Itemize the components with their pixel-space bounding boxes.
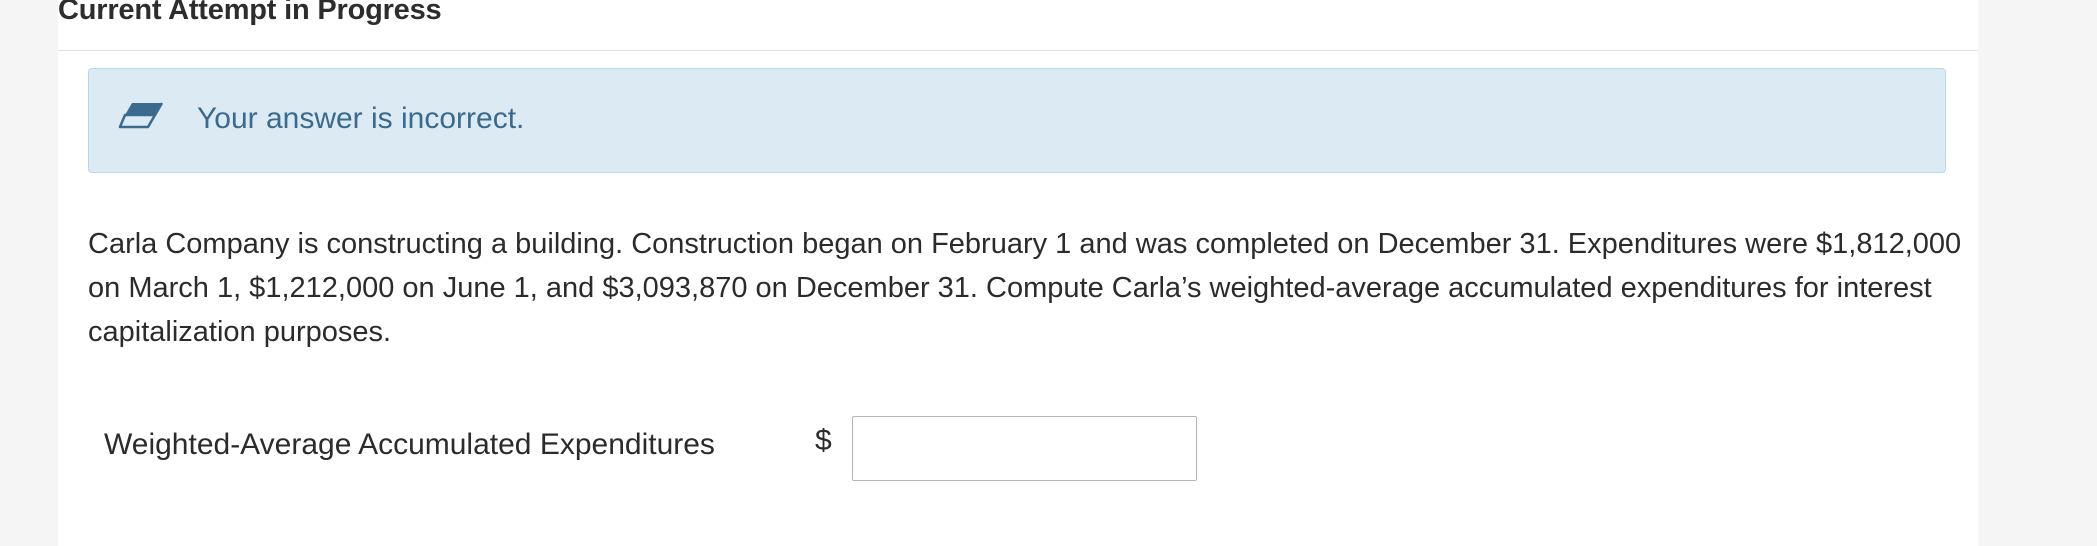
answer-label: Weighted-Average Accumulated Expenditure… <box>104 428 715 461</box>
answer-input[interactable] <box>852 416 1197 481</box>
title-divider <box>58 50 1978 51</box>
feedback-message: Your answer is incorrect. <box>197 102 525 135</box>
question-panel: Current Attempt in Progress Your answer … <box>58 0 1978 546</box>
currency-symbol: $ <box>815 424 832 457</box>
section-title: Current Attempt in Progress <box>58 0 442 26</box>
eraser-icon <box>118 101 166 135</box>
question-text: Carla Company is constructing a building… <box>88 228 1962 348</box>
feedback-banner: Your answer is incorrect. <box>88 68 1946 173</box>
